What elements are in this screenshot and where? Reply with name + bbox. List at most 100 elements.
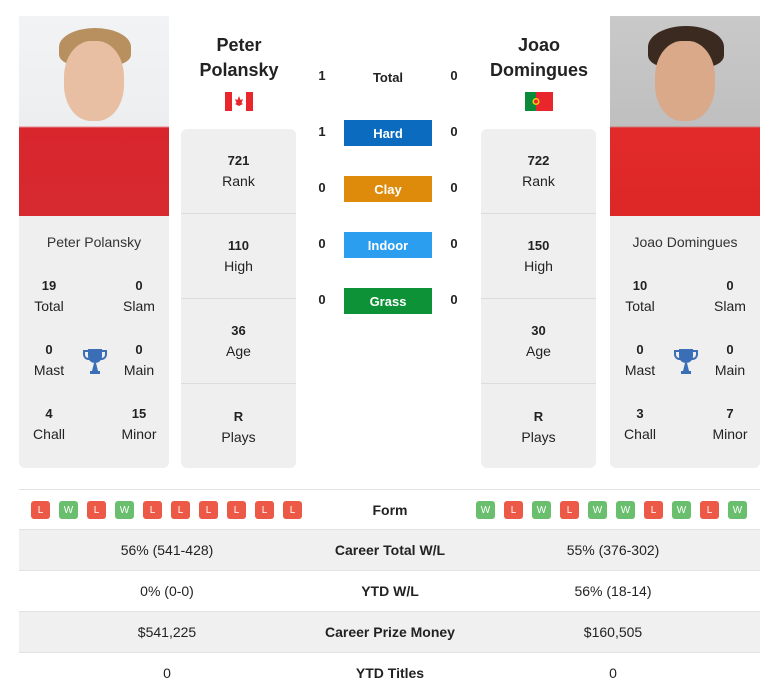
stat-label: Main bbox=[123, 362, 155, 378]
form-win-badge[interactable]: W bbox=[476, 501, 495, 519]
stat-label: Slam bbox=[714, 298, 746, 314]
surface-grass-badge[interactable]: Grass bbox=[344, 288, 432, 314]
stat-value: 0 bbox=[135, 278, 143, 293]
row-label: Career Total W/L bbox=[334, 542, 446, 558]
trophy-icon bbox=[83, 349, 107, 374]
form-win-badge[interactable]: W bbox=[616, 501, 635, 519]
stat-label: Mast bbox=[33, 362, 65, 378]
form-win-badge[interactable]: W bbox=[59, 501, 78, 519]
portugal-flag-icon bbox=[525, 92, 553, 111]
player1-first-name: Peter bbox=[216, 35, 262, 55]
info-label: Age bbox=[226, 343, 251, 359]
surface-indoor-badge[interactable]: Indoor bbox=[344, 232, 432, 258]
player2-chall-titles: 3 Chall bbox=[610, 404, 670, 444]
player2-last-name: Domingues bbox=[489, 60, 588, 80]
info-label: Plays bbox=[221, 428, 256, 445]
info-value: 721 bbox=[227, 153, 250, 168]
player2-value: 55% (376-302) bbox=[566, 542, 660, 558]
stat-label: Main bbox=[714, 362, 746, 378]
stat-label: Minor bbox=[712, 426, 748, 442]
form-loss-badge[interactable]: L bbox=[227, 501, 246, 519]
stat-label: Chall bbox=[624, 426, 656, 442]
form-loss-badge[interactable]: L bbox=[560, 501, 579, 519]
stat-label: Chall bbox=[33, 426, 65, 442]
form-win-badge[interactable]: W bbox=[115, 501, 134, 519]
stat-label: Total bbox=[625, 298, 655, 314]
form-loss-badge[interactable]: L bbox=[700, 501, 719, 519]
player1-main-titles: 0 Main bbox=[109, 340, 169, 380]
info-value: 36 bbox=[231, 323, 246, 338]
form-loss-badge[interactable]: L bbox=[504, 501, 523, 519]
stat-value: 0 bbox=[636, 342, 644, 357]
player2-age: 30 Age bbox=[481, 299, 596, 384]
player2-photo bbox=[610, 16, 760, 216]
h2h-total-p2: 0 bbox=[450, 68, 458, 83]
player2-name-heading[interactable]: Joao Domingues bbox=[474, 33, 604, 83]
player1-slam-titles: 0 Slam bbox=[109, 276, 169, 316]
player1-rank: 721 Rank bbox=[181, 129, 296, 214]
player2-value: $160,505 bbox=[583, 624, 643, 640]
player2-titles-card: Joao Domingues 10 Total 0 Slam 0 Mast 0 … bbox=[610, 216, 760, 468]
stat-value: 0 bbox=[45, 342, 53, 357]
stats-row-prize-money: $541,225 Career Prize Money $160,505 bbox=[19, 611, 760, 652]
form-label: Form bbox=[372, 502, 408, 518]
stat-value: 19 bbox=[41, 278, 57, 293]
info-label: Rank bbox=[222, 173, 255, 189]
surface-clay-badge[interactable]: Clay bbox=[344, 176, 432, 202]
stat-value: 10 bbox=[632, 278, 648, 293]
player2-main-titles: 0 Main bbox=[700, 340, 760, 380]
form-loss-badge[interactable]: L bbox=[171, 501, 190, 519]
player1-value: 0% (0-0) bbox=[140, 583, 194, 599]
h2h-total-label: Total bbox=[372, 70, 404, 85]
player1-full-name[interactable]: Peter Polansky bbox=[19, 234, 169, 250]
player2-plays: R Plays bbox=[481, 384, 596, 469]
info-value: 30 bbox=[531, 323, 546, 338]
form-loss-badge[interactable]: L bbox=[644, 501, 663, 519]
player1-high: 110 High bbox=[181, 214, 296, 299]
stat-value: 0 bbox=[726, 342, 734, 357]
stat-value: 15 bbox=[131, 406, 147, 421]
form-loss-badge[interactable]: L bbox=[283, 501, 302, 519]
info-label: Age bbox=[526, 343, 551, 359]
h2h-hard-p2: 0 bbox=[450, 124, 458, 139]
info-value: 110 bbox=[228, 238, 249, 253]
form-win-badge[interactable]: W bbox=[532, 501, 551, 519]
stats-row-ytd-wl: 0% (0-0) YTD W/L 56% (18-14) bbox=[19, 570, 760, 611]
info-label: High bbox=[524, 258, 553, 274]
stat-label: Total bbox=[34, 298, 64, 314]
form-win-badge[interactable]: W bbox=[588, 501, 607, 519]
player2-rank: 722 Rank bbox=[481, 129, 596, 214]
form-loss-badge[interactable]: L bbox=[31, 501, 50, 519]
stat-value: 4 bbox=[45, 406, 53, 421]
form-loss-badge[interactable]: L bbox=[87, 501, 106, 519]
info-value: 150 bbox=[527, 238, 550, 253]
form-loss-badge[interactable]: L bbox=[199, 501, 218, 519]
player1-last-name: Polansky bbox=[199, 60, 279, 80]
form-win-badge[interactable]: W bbox=[728, 501, 747, 519]
form-loss-badge[interactable]: L bbox=[255, 501, 274, 519]
player2-minor-titles: 7 Minor bbox=[700, 404, 760, 444]
stat-value: 7 bbox=[726, 406, 734, 421]
player2-info-card: 722 Rank 150 High 30 Age R Plays bbox=[481, 129, 596, 468]
h2h-indoor-p1: 0 bbox=[318, 236, 326, 251]
stat-label: Mast bbox=[624, 362, 656, 378]
player2-full-name[interactable]: Joao Domingues bbox=[610, 234, 760, 250]
form-row: LWLWLLLLLL Form WLWLWWLWLW bbox=[19, 489, 760, 529]
player2-value: 56% (18-14) bbox=[574, 583, 652, 599]
stats-row-career-wl: 56% (541-428) Career Total W/L 55% (376-… bbox=[19, 529, 760, 570]
h2h-grass-p1: 0 bbox=[318, 292, 326, 307]
form-win-badge[interactable]: W bbox=[672, 501, 691, 519]
h2h-indoor-p2: 0 bbox=[450, 236, 458, 251]
stat-value: 0 bbox=[135, 342, 143, 357]
form-loss-badge[interactable]: L bbox=[143, 501, 162, 519]
player1-age: 36 Age bbox=[181, 299, 296, 384]
stats-row-ytd-titles: 0 YTD Titles 0 bbox=[19, 652, 760, 693]
canada-flag-icon bbox=[225, 92, 253, 111]
info-label: Plays bbox=[521, 428, 556, 445]
player1-name-heading[interactable]: Peter Polansky bbox=[174, 33, 304, 83]
row-label: YTD Titles bbox=[355, 665, 425, 681]
row-label: Career Prize Money bbox=[325, 624, 455, 640]
player2-first-name: Joao bbox=[517, 35, 560, 55]
player2-total-titles: 10 Total bbox=[610, 276, 670, 316]
surface-hard-badge[interactable]: Hard bbox=[344, 120, 432, 146]
